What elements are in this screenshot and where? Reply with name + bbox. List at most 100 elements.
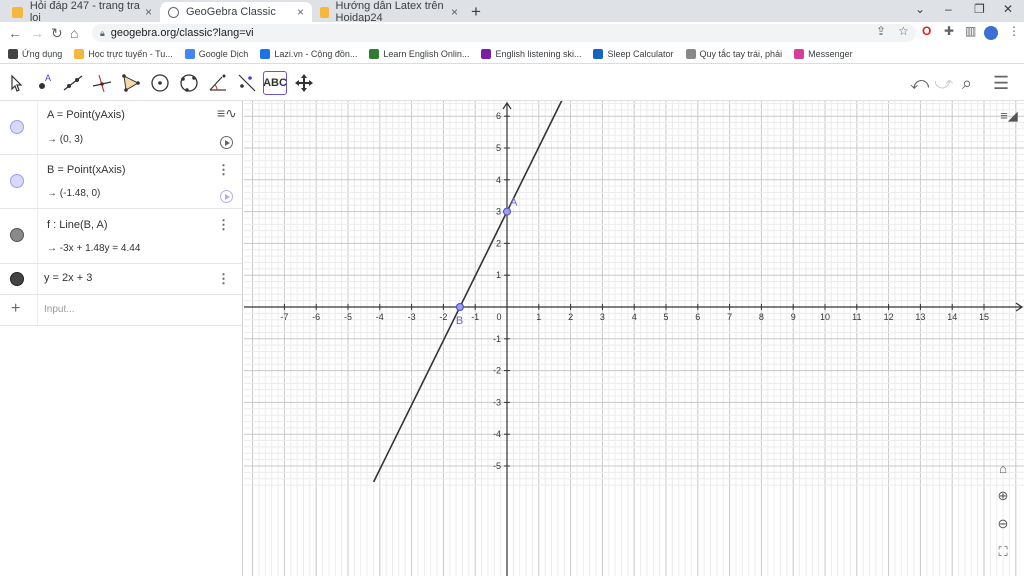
undo-icon[interactable]: ⤺	[910, 73, 929, 94]
side-panel-icon[interactable]: ▥	[965, 24, 976, 38]
bookmark-favicon-icon	[593, 48, 604, 59]
angle-tool-icon[interactable]	[206, 71, 230, 95]
algebra-value: → (-1.48, 0)	[47, 188, 101, 199]
close-tab-icon[interactable]: ×	[145, 5, 152, 19]
visibility-toggle-marble[interactable]	[10, 120, 24, 134]
x-tick-label: -6	[312, 312, 320, 322]
visibility-toggle-marble[interactable]	[10, 228, 24, 242]
visibility-toggle-marble[interactable]	[10, 272, 24, 286]
x-tick-label: -5	[344, 312, 352, 322]
algebra-input-row[interactable]: + Input...	[0, 295, 242, 326]
redo-icon[interactable]: ⤻	[934, 73, 953, 94]
browser-toolbar: ← → ↻ ⌂ 🔒︎ geogebra.org/classic?lang=vi …	[0, 22, 1024, 44]
algebra-row-equation[interactable]: y = 2x + 3 ⋮	[0, 264, 242, 295]
x-tick-label: 5	[663, 312, 668, 322]
algebra-view-menu-icon[interactable]: ≡∿	[217, 105, 237, 122]
play-animation-icon[interactable]	[220, 190, 233, 203]
fullscreen-icon[interactable]: ⛶	[994, 543, 1012, 561]
more-options-icon[interactable]: ⋮	[217, 162, 230, 178]
origin-label: 0	[496, 312, 501, 322]
bookmark-label: Messenger	[808, 48, 853, 59]
restore-icon[interactable]: ❐	[974, 2, 985, 16]
window-close-icon[interactable]: ✕	[1003, 2, 1013, 16]
circle-tool-icon[interactable]	[148, 71, 172, 95]
bookmark-item[interactable]: Google Dịch	[184, 48, 248, 59]
visibility-toggle-marble[interactable]	[10, 174, 24, 188]
svg-text:A: A	[45, 73, 51, 83]
address-bar[interactable]: 🔒︎ geogebra.org/classic?lang=vi	[92, 24, 916, 42]
extensions-icon[interactable]: ✚	[944, 24, 954, 38]
minimize-icon[interactable]: –	[945, 2, 952, 16]
search-icon[interactable]: ⌕	[962, 73, 972, 94]
close-tab-icon[interactable]: ×	[297, 5, 304, 19]
x-tick-label: 15	[979, 312, 989, 322]
point-tool-icon[interactable]: A	[32, 71, 56, 95]
algebra-row-a[interactable]: A = Point(yAxis) → (0, 3)	[0, 101, 242, 155]
perpendicular-tool-icon[interactable]	[90, 71, 114, 95]
main-menu-icon[interactable]: ☰	[993, 73, 1009, 94]
x-tick-label: 4	[632, 312, 637, 322]
tab-latex[interactable]: Hướng dẫn Latex trên Hoidap24 ×	[312, 0, 466, 24]
bookmark-item[interactable]: Quy tắc tay trái, phải	[685, 48, 783, 59]
add-item-icon[interactable]: +	[11, 300, 20, 318]
graphics-style-bar-icon[interactable]: ≡◢	[1000, 107, 1018, 125]
algebra-input-field[interactable]: Input...	[44, 304, 75, 315]
bookmark-item[interactable]: Ứng dụng	[8, 48, 63, 59]
bookmark-label: Ứng dụng	[22, 48, 63, 59]
bookmark-favicon-icon	[481, 48, 492, 59]
bookmark-item[interactable]: English listening ski...	[481, 48, 582, 59]
line-tool-icon[interactable]	[61, 71, 85, 95]
reload-icon[interactable]: ↻	[51, 25, 63, 42]
opera-extension-icon[interactable]: O	[922, 24, 931, 38]
move-tool-icon[interactable]	[4, 71, 28, 95]
bookmark-favicon-icon	[794, 48, 805, 59]
home-icon[interactable]: ⌂	[70, 25, 78, 41]
graphics-view[interactable]: -7 -6 -5 -4 -3 -2 -1 1 2 3 4 5 6 7 8 9 10 11 12 13 14 15 -5 -4-…	[244, 101, 1024, 576]
tab-geogebra[interactable]: GeoGebra Classic ×	[160, 2, 312, 22]
more-options-icon[interactable]: ⋮	[217, 271, 230, 287]
zoom-in-icon[interactable]: ⊕	[994, 487, 1012, 505]
x-tick-label: 11	[852, 312, 861, 322]
browser-menu-icon[interactable]: ⋮	[1008, 24, 1020, 38]
algebra-definition: B = Point(xAxis)	[47, 164, 126, 176]
bookmark-label: Quy tắc tay trái, phải	[699, 48, 783, 59]
bookmark-item[interactable]: Học trực tuyến - Tu...	[74, 48, 173, 59]
bookmark-favicon-icon	[74, 48, 85, 59]
tab-search-icon[interactable]: ⌄	[915, 2, 925, 16]
zoom-out-icon[interactable]: ⊖	[994, 515, 1012, 533]
bookmark-item[interactable]: Learn English Onlin...	[369, 48, 469, 59]
bookmark-favicon-icon	[685, 48, 696, 59]
text-tool-button[interactable]: ABC	[263, 71, 287, 95]
tab-hoidap[interactable]: Hỏi đáp 247 - trang tra loi ×	[4, 0, 161, 24]
algebra-row-f[interactable]: f : Line(B, A) → -3x + 1.48y = 4.44 ⋮	[0, 209, 242, 264]
close-tab-icon[interactable]: ×	[451, 5, 458, 19]
algebra-row-b[interactable]: B = Point(xAxis) → (-1.48, 0) ⋮	[0, 155, 242, 209]
polygon-tool-icon[interactable]	[119, 71, 143, 95]
forward-icon[interactable]: →	[30, 25, 44, 41]
home-view-icon[interactable]: ⌂	[994, 459, 1012, 477]
graph-canvas[interactable]: -7 -6 -5 -4 -3 -2 -1 1 2 3 4 5 6 7 8 9 10 11 12 13 14 15-5-4-…	[244, 101, 1024, 576]
ellipse-tool-icon[interactable]	[177, 71, 201, 95]
x-tick-label: 9	[791, 312, 796, 322]
move-view-tool-icon[interactable]	[292, 71, 316, 95]
geogebra-favicon-icon	[168, 6, 179, 18]
share-icon[interactable]: ⇪	[876, 24, 886, 38]
row-separator	[37, 155, 38, 208]
bookmark-favicon-icon	[369, 48, 380, 59]
bookmark-item[interactable]: Lazi.vn - Cộng đồn...	[260, 48, 357, 59]
play-animation-icon[interactable]	[220, 136, 233, 149]
bookmark-star-icon[interactable]: ☆	[898, 24, 909, 38]
new-tab-button[interactable]: +	[471, 2, 481, 22]
point-a[interactable]	[503, 207, 511, 216]
row-separator	[37, 209, 38, 263]
more-options-icon[interactable]: ⋮	[217, 217, 230, 233]
point-b[interactable]	[455, 303, 464, 311]
reflect-tool-icon[interactable]	[235, 71, 259, 95]
bookmark-item[interactable]: Sleep Calculator	[593, 48, 674, 59]
geogebra-toolbar: A ABC ⤺ ⤻ ⌕ ☰	[0, 65, 1024, 101]
bookmark-label: English listening ski...	[495, 48, 582, 59]
back-icon[interactable]: ←	[8, 25, 22, 41]
profile-avatar[interactable]	[984, 26, 998, 40]
bookmarks-bar: Ứng dụng Học trực tuyến - Tu... Google Dịc…	[0, 44, 1024, 64]
bookmark-item[interactable]: Messenger	[794, 48, 853, 59]
